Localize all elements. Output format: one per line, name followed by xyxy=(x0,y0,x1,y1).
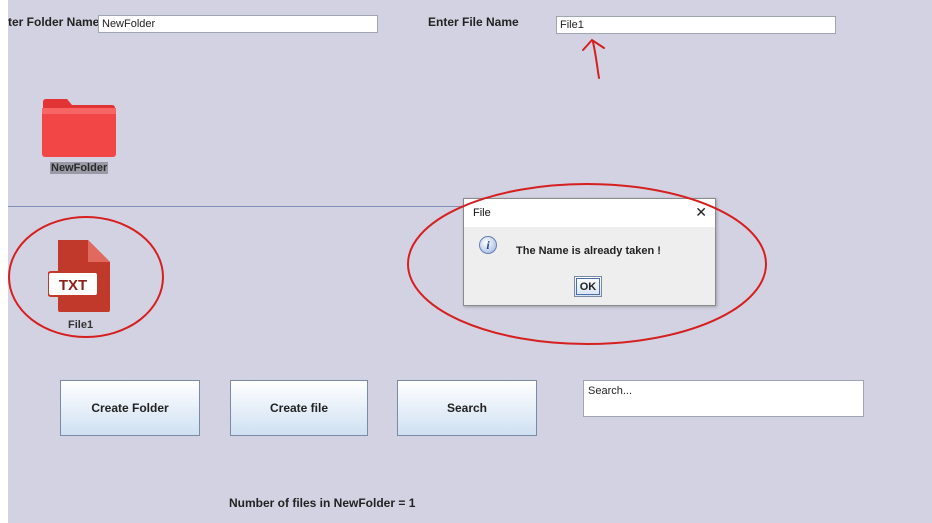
annotation-circle-dialog xyxy=(407,183,767,345)
app-window: ter Folder Name NewFolder Enter File Nam… xyxy=(8,0,932,523)
annotation-overlay xyxy=(8,38,767,345)
annotation-circle-file xyxy=(8,216,164,338)
annotation-arrow xyxy=(582,38,605,79)
